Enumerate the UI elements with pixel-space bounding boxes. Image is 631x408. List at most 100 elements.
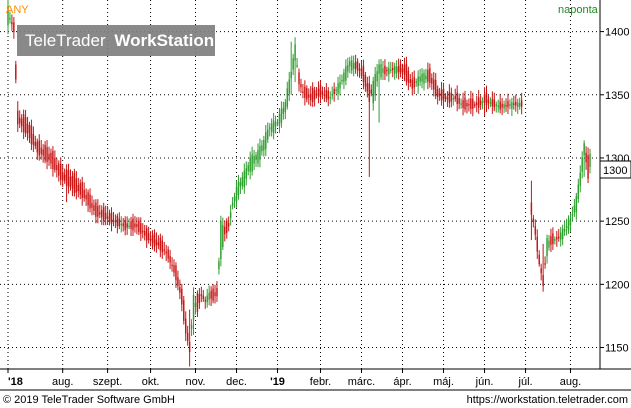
x-tick-label: ápr. (393, 376, 411, 388)
candle-body (190, 324, 193, 329)
teletrader-logo: TeleTrader WorkStation (17, 25, 215, 56)
candle-body (292, 58, 294, 70)
candle-body (536, 236, 539, 252)
candle-body (214, 292, 216, 297)
candle-body (69, 176, 72, 186)
candle-body (124, 219, 126, 230)
candle-body (517, 102, 519, 108)
candle-body (317, 88, 320, 97)
candle-body (224, 226, 226, 235)
candle-body (417, 76, 419, 87)
candle-body (163, 249, 165, 251)
candle-body (583, 143, 585, 156)
period-label[interactable]: naponta (558, 4, 599, 16)
candle-body (290, 71, 292, 79)
candle-body (489, 102, 492, 104)
candle-body (309, 93, 312, 101)
candle[interactable] (183, 295, 185, 325)
candle-body (40, 147, 42, 154)
candle-body (145, 228, 148, 241)
candle-body (405, 63, 408, 82)
candle-body (192, 294, 195, 320)
candle-body (56, 164, 58, 171)
candle-body (32, 134, 35, 145)
candle-body (474, 104, 476, 106)
candle-body (99, 212, 101, 215)
candle-body (34, 141, 37, 147)
candle-body (335, 89, 337, 91)
candle-body (106, 217, 109, 219)
candle-body (477, 97, 480, 108)
candle-body (319, 84, 322, 97)
candle-body (220, 221, 222, 259)
x-tick-label: júl. (518, 376, 533, 388)
candle-body (179, 287, 181, 293)
candle-body (184, 318, 187, 334)
price-chart[interactable]: 1150 1200 1250 1300 1350 1400 '18 aug. szept. ok… (0, 0, 631, 408)
candle-body (347, 65, 349, 72)
x-tick-label: okt. (142, 376, 160, 388)
candle-body (466, 102, 468, 107)
candle-body (63, 174, 66, 181)
candle-body (218, 261, 220, 270)
candle-body (534, 226, 537, 235)
candle-body (46, 147, 48, 162)
candle-body (440, 89, 443, 100)
candle-body (298, 72, 300, 85)
x-tick-label: márc. (348, 376, 376, 388)
candle-body (97, 205, 99, 217)
candle-body (532, 218, 535, 223)
x-tick-label: '19 (270, 376, 285, 388)
candle[interactable] (220, 215, 222, 267)
candle-body (136, 224, 138, 227)
candle-body (67, 170, 70, 188)
candle-body (280, 109, 283, 123)
footer-url[interactable]: https://workstation.teletrader.com (467, 394, 628, 406)
candle-body (132, 218, 134, 231)
candle-body (460, 103, 462, 105)
candle-body (268, 127, 271, 129)
candle-body (368, 83, 371, 102)
candle-body (483, 94, 486, 103)
candle-body (251, 154, 253, 172)
symbol-label: ANY (6, 4, 29, 16)
candle-body (239, 182, 242, 187)
y-tick-label: 1150 (605, 343, 629, 355)
candle-body (339, 82, 341, 89)
candle-body (134, 223, 136, 228)
candle-body (255, 154, 257, 161)
candle-body (352, 62, 355, 69)
candle-body (559, 232, 562, 240)
candle-body (366, 83, 369, 92)
candle-body (550, 236, 552, 245)
candle-body (79, 183, 81, 195)
candle-body (497, 105, 499, 108)
candle-body (407, 70, 410, 83)
candle-body (167, 249, 169, 259)
candle-body (50, 152, 52, 164)
candle-body (421, 73, 423, 82)
candle-body (470, 98, 472, 110)
candle-body (575, 196, 578, 213)
candle-body (542, 275, 544, 287)
candle-body (226, 220, 228, 233)
x-tick-label: febr. (310, 376, 331, 388)
candle-body (327, 90, 330, 100)
candle-body (24, 117, 27, 134)
candle-body (52, 151, 54, 170)
logo-text: TeleTrader WorkStation (25, 31, 214, 50)
candle-body (153, 233, 156, 247)
candle-body (300, 84, 302, 88)
candle-body (231, 202, 234, 207)
candle-body (573, 205, 576, 213)
candle-body (434, 79, 437, 96)
candle-body (288, 79, 290, 94)
candle-body (253, 156, 255, 164)
candle-body (149, 238, 152, 241)
candle-body (558, 236, 560, 239)
candle-body (83, 189, 85, 198)
candle-body (61, 172, 64, 180)
candle-body (265, 132, 267, 150)
candle-body (360, 68, 363, 76)
candle-body (446, 97, 449, 100)
